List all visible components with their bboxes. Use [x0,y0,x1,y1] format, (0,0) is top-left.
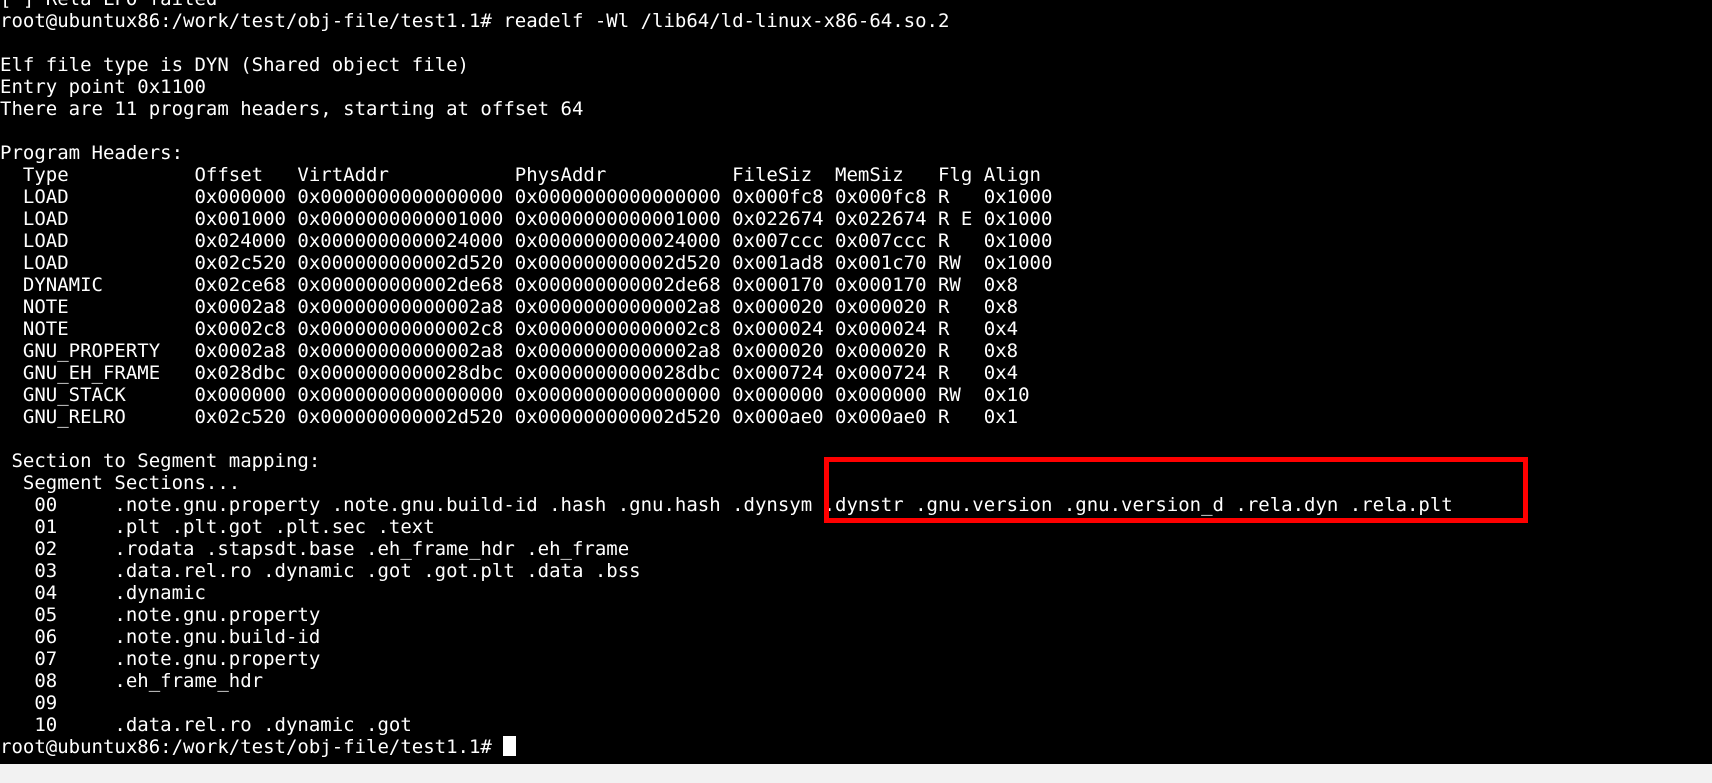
section-mapping-title: Section to Segment mapping: [0,450,321,472]
program-header-row: NOTE 0x0002a8 0x00000000000002a8 0x00000… [0,296,1019,318]
program-header-row: GNU_PROPERTY 0x0002a8 0x00000000000002a8… [0,340,1019,362]
program-headers-columns: Type Offset VirtAddr PhysAddr FileSiz Me… [0,164,1041,186]
program-header-row: GNU_EH_FRAME 0x028dbc 0x0000000000028dbc… [0,362,1019,384]
segment-row: 00 .note.gnu.property .note.gnu.build-id… [0,494,1453,516]
segment-row: 05 .note.gnu.property [0,604,321,626]
segment-row: 08 .eh_frame_hdr [0,670,264,692]
program-headers-title: Program Headers: [0,142,184,164]
shell-prompt: root@ubuntux86:/work/test/obj-file/test1… [0,736,504,758]
program-header-row: LOAD 0x000000 0x0000000000000000 0x00000… [0,186,1053,208]
program-header-row: GNU_RELRO 0x02c520 0x000000000002d520 0x… [0,406,1019,428]
header-count-line: There are 11 program headers, starting a… [0,98,584,120]
terminal-window[interactable]: [ ] Rela LFO failed root@ubuntux86:/work… [0,0,1712,783]
section-mapping-columns: Segment Sections... [0,472,241,494]
program-header-row: GNU_STACK 0x000000 0x0000000000000000 0x… [0,384,1030,406]
entry-point-line: Entry point 0x1100 [0,76,206,98]
segment-row: 03 .data.rel.ro .dynamic .got .got.plt .… [0,560,641,582]
segment-row: 10 .data.rel.ro .dynamic .got [0,714,412,736]
program-header-row: DYNAMIC 0x02ce68 0x000000000002de68 0x00… [0,274,1019,296]
prompt-line[interactable]: root@ubuntux86:/work/test/obj-file/test1… [0,736,1712,758]
text-cursor [503,736,517,756]
program-header-row: LOAD 0x024000 0x0000000000024000 0x00000… [0,230,1053,252]
bottom-border [0,764,1712,783]
segment-row: 06 .note.gnu.build-id [0,626,321,648]
elf-type-line: Elf file type is DYN (Shared object file… [0,54,469,76]
segment-row: 09 [0,692,115,714]
segment-row: 01 .plt .plt.got .plt.sec .text [0,516,435,538]
command-line: root@ubuntux86:/work/test/obj-file/test1… [0,10,950,32]
segment-row: 07 .note.gnu.property [0,648,321,670]
program-header-row: LOAD 0x001000 0x0000000000001000 0x00000… [0,208,1053,230]
terminal-line: [ ] Rela LFO failed [0,0,1712,10]
program-header-row: NOTE 0x0002c8 0x00000000000002c8 0x00000… [0,318,1019,340]
program-header-row: LOAD 0x02c520 0x000000000002d520 0x00000… [0,252,1053,274]
segment-row: 04 .dynamic [0,582,206,604]
segment-row: 02 .rodata .stapsdt.base .eh_frame_hdr .… [0,538,630,560]
terminal-output: [ ] Rela LFO failed root@ubuntux86:/work… [0,0,1712,758]
